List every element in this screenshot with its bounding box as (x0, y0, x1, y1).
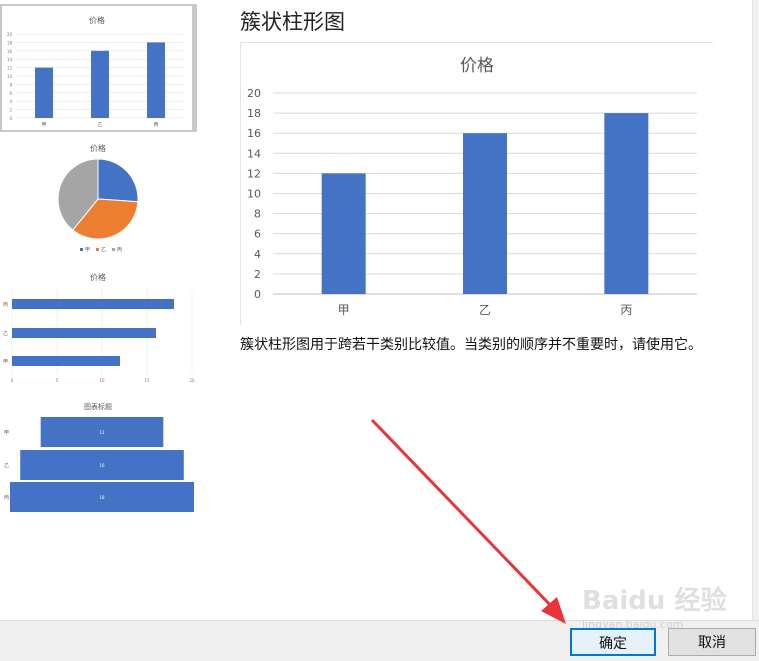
funnel-category-label: 乙 (4, 462, 9, 469)
funnel-category-label: 甲 (4, 430, 9, 436)
thumb-x-tick: 甲 (41, 122, 46, 128)
scrollbar[interactable] (752, 0, 759, 620)
thumb-legend-swatch (112, 248, 115, 251)
thumb-x-tick: 5 (56, 378, 59, 383)
thumb-y-tick: 0 (9, 116, 12, 121)
thumb-y-tick: 8 (9, 82, 12, 87)
cancel-button[interactable]: 取消 (668, 628, 756, 656)
thumb-y-tick: 丙 (3, 302, 8, 308)
thumb-x-tick: 丙 (153, 122, 158, 128)
ok-button[interactable]: 确定 (570, 628, 656, 656)
thumb-hbar-甲 (12, 356, 120, 366)
chart-type-heading: 簇状柱形图 (240, 10, 345, 34)
chart-title: 价格 (460, 56, 494, 76)
thumb-legend-label: 甲 (85, 247, 90, 253)
thumb-legend-swatch (80, 248, 83, 251)
thumb-x-tick: 乙 (97, 121, 102, 128)
thumb-x-tick: 10 (99, 378, 105, 383)
thumb-bar-甲 (35, 67, 53, 118)
y-tick-label: 12 (247, 167, 261, 180)
thumbnail-funnel-chart: 图表标题 12 甲 16 乙 18 丙 (4, 402, 194, 512)
thumb-x-tick: 15 (144, 378, 150, 383)
bar-乙 (463, 133, 507, 294)
thumbnail-bar-chart: 价格 0 5 10 15 20 丙乙甲 (3, 272, 195, 383)
thumb-bar-乙 (91, 50, 109, 118)
thumb-y-tick: 乙 (3, 330, 8, 337)
pie-slice-甲 (97, 158, 139, 203)
thumb-pie-title: 价格 (90, 143, 106, 153)
x-tick-label: 甲 (338, 303, 350, 317)
thumb-legend-swatch (96, 248, 99, 251)
y-tick-label: 18 (247, 107, 261, 120)
thumb-bar-丙 (147, 42, 165, 118)
thumb-y-tick: 16 (7, 49, 13, 54)
y-tick-label: 14 (247, 147, 261, 160)
x-tick-label: 丙 (620, 303, 632, 317)
thumbnail-pie[interactable]: 价格甲 乙 丙 (0, 138, 197, 260)
thumb-y-tick: 20 (7, 32, 13, 37)
thumb-y-tick: 18 (7, 40, 13, 45)
preview-column-chart: 价格 0 2 4 6 8 10 12 14 16 18 20 甲 乙 丙 (247, 56, 697, 317)
chart-preview: 价格 0 2 4 6 8 10 12 14 16 18 20 甲 乙 丙 (240, 42, 713, 325)
chart-type-description: 簇状柱形图用于跨若干类别比较值。当类别的顺序并不重要时，请使用它。 (240, 337, 702, 353)
thumb-y-tick: 4 (9, 99, 12, 104)
y-tick-label: 10 (247, 188, 261, 201)
thumb-funnel-title: 图表标题 (84, 402, 112, 411)
thumb-y-tick: 甲 (3, 359, 8, 365)
thumb-chart-title: 价格 (89, 15, 105, 25)
thumb-legend-label: 乙 (101, 246, 106, 253)
thumb-y-tick: 10 (7, 74, 13, 79)
x-tick-label: 乙 (479, 303, 491, 317)
y-tick-label: 8 (254, 208, 261, 221)
thumb-hbar-乙 (12, 328, 156, 338)
funnel-value-label: 16 (99, 463, 105, 468)
thumbnail-funnel[interactable]: 图表标题 12 甲 16 乙 18 丙 (0, 398, 197, 520)
thumb-bar-title: 价格 (90, 272, 106, 282)
thumb-x-tick: 20 (189, 378, 195, 383)
thumb-y-tick: 6 (9, 91, 12, 96)
watermark-logo: Baidu 经验 (582, 586, 727, 616)
funnel-category-label: 丙 (4, 495, 9, 501)
bar-丙 (604, 113, 649, 294)
chart-thumbnail-list: 价格 0 2 4 6 8 10 12 14 16 18 20 甲乙丙 价格甲乙丙 价格 0 5 10 15 20 丙… (0, 0, 200, 620)
thumb-legend-label: 丙 (117, 247, 122, 253)
y-tick-label: 16 (247, 127, 261, 140)
thumbnail-pie-chart: 价格甲 乙 丙 (57, 143, 139, 253)
y-tick-label: 20 (247, 87, 261, 100)
thumbnail-bar[interactable]: 价格 0 5 10 15 20 丙乙甲 (0, 268, 197, 392)
y-tick-label: 2 (254, 268, 261, 281)
thumbnail-clustered-column[interactable]: 价格 0 2 4 6 8 10 12 14 16 18 20 甲 乙 丙 (0, 4, 197, 132)
thumbnail-column-chart: 价格 0 2 4 6 8 10 12 14 16 18 20 甲 乙 丙 (7, 15, 184, 128)
funnel-value-label: 18 (99, 495, 105, 500)
y-tick-label: 0 (254, 288, 261, 301)
thumb-x-tick: 0 (11, 378, 14, 383)
thumb-y-tick: 12 (7, 66, 13, 71)
thumb-hbar-丙 (12, 299, 174, 309)
thumb-y-tick: 2 (9, 108, 12, 113)
y-tick-label: 6 (254, 228, 261, 241)
bar-甲 (321, 173, 366, 294)
y-tick-label: 4 (254, 248, 261, 261)
thumb-y-tick: 14 (7, 57, 13, 62)
funnel-value-label: 12 (99, 430, 105, 435)
